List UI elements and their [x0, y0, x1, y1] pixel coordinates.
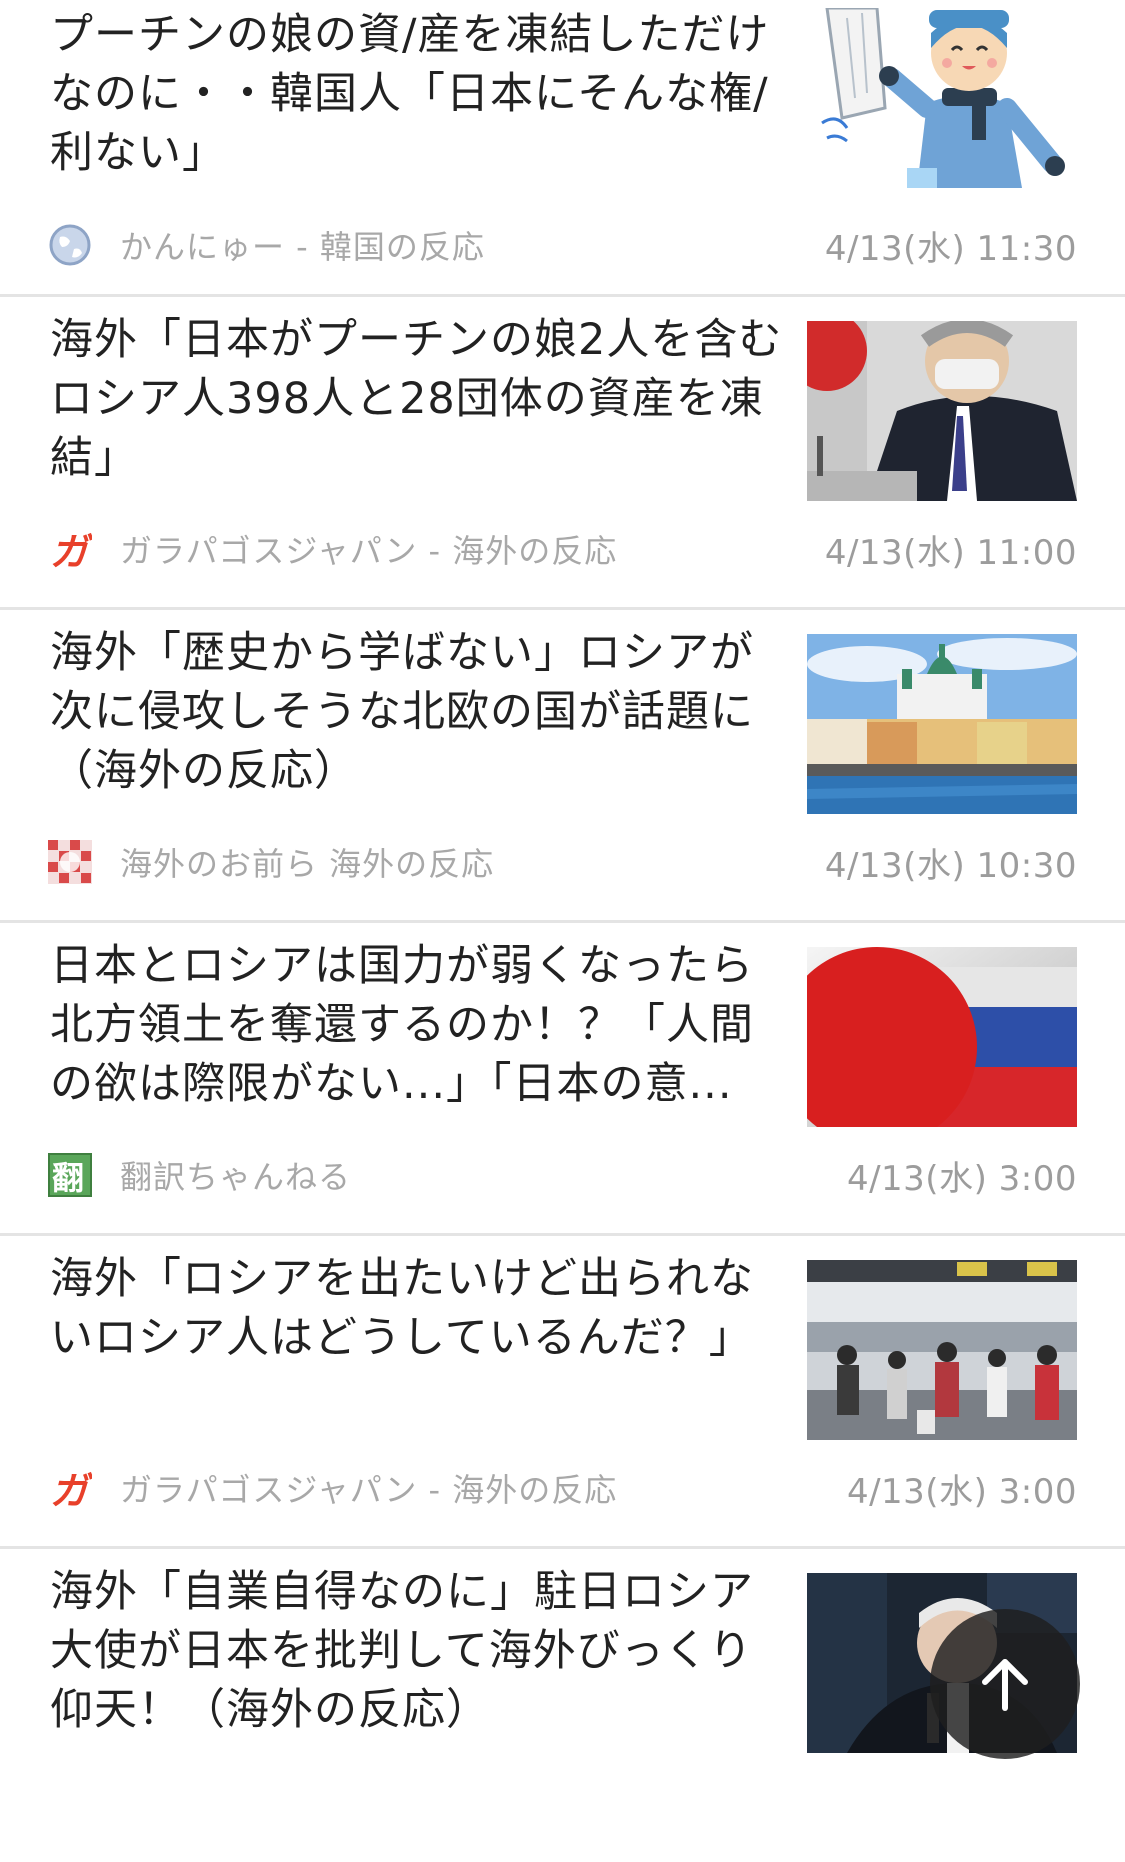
mosaic-logo-icon	[48, 840, 92, 884]
article-item[interactable]: 海外「ロシアを出たいけど出られないロシア人はどうしているんだ？」 ガ ガラパゴス…	[0, 1236, 1125, 1549]
news-feed: プーチンの娘の資/産を凍結しただけなのに・・韓国人「日本にそんな権/利ない」 か…	[0, 0, 1125, 1862]
photo-official-at-podium	[807, 321, 1077, 501]
illustration-person-with-paper	[807, 8, 1077, 188]
article-thumbnail[interactable]	[807, 1260, 1077, 1440]
publish-date: 4/13(水) 11:00	[824, 532, 1077, 573]
ga-logo-icon: ガ	[48, 527, 92, 571]
article-meta: 海外のお前ら 海外の反応 4/13(水) 10:30	[48, 837, 1077, 887]
article-meta: かんにゅー - 韓国の反応 4/13(水) 11:30	[48, 220, 1077, 270]
article-item[interactable]: 日本とロシアは国力が弱くなったら北方領土を奪還するのか！？「人間の欲は際限がない…	[0, 923, 1125, 1236]
source-name[interactable]: ガラパゴスジャパン - 海外の反応	[120, 526, 825, 572]
photo-airport-crowd	[807, 1260, 1077, 1440]
source-name[interactable]: ガラパゴスジャパン - 海外の反応	[120, 1465, 847, 1511]
publish-date: 4/13(水) 3:00	[846, 1471, 1077, 1512]
source-name[interactable]: かんにゅー - 韓国の反応	[120, 222, 825, 268]
article-item[interactable]: プーチンの娘の資/産を凍結しただけなのに・・韓国人「日本にそんな権/利ない」 か…	[0, 0, 1125, 297]
article-thumbnail[interactable]	[807, 8, 1077, 188]
source-name[interactable]: 翻訳ちゃんねる	[120, 1152, 847, 1198]
publish-date: 4/13(水) 11:30	[824, 228, 1077, 269]
scroll-to-top-button[interactable]	[930, 1609, 1080, 1759]
article-headline[interactable]: 海外「日本がプーチンの娘2人を含むロシア人398人と28団体の資産を凍結」	[50, 311, 792, 488]
article-thumbnail[interactable]	[807, 947, 1077, 1127]
article-item[interactable]: 海外「日本がプーチンの娘2人を含むロシア人398人と28団体の資産を凍結」 ガ	[0, 297, 1125, 610]
svg-text:ガ: ガ	[50, 1469, 92, 1510]
globe-icon	[48, 223, 92, 267]
svg-text:翻: 翻	[52, 1159, 84, 1197]
ga-logo-icon: ガ	[48, 1466, 92, 1510]
article-item[interactable]: 海外「歴史から学ばない」ロシアが次に侵攻しそうな北欧の国が話題に（海外の反応）	[0, 610, 1125, 923]
svg-text:ガ: ガ	[50, 530, 92, 571]
arrow-up-icon	[982, 1659, 1028, 1711]
article-meta: 翻 翻訳ちゃんねる 4/13(水) 3:00	[48, 1150, 1077, 1200]
publish-date: 4/13(水) 3:00	[846, 1158, 1077, 1199]
article-meta: ガ ガラパゴスジャパン - 海外の反応 4/13(水) 3:00	[48, 1463, 1077, 1513]
article-headline[interactable]: 日本とロシアは国力が弱くなったら北方領土を奪還するのか！？「人間の欲は際限がない…	[50, 937, 792, 1114]
photo-helsinki-harbor	[807, 634, 1077, 814]
article-thumbnail[interactable]	[807, 321, 1077, 501]
translate-logo-icon: 翻	[48, 1153, 92, 1197]
article-headline[interactable]: 海外「自業自得なのに」駐日ロシア大使が日本を批判して海外びっくり仰天！（海外の反…	[50, 1563, 792, 1740]
image-japan-russia-flags	[807, 947, 1077, 1127]
article-meta: ガ ガラパゴスジャパン - 海外の反応 4/13(水) 11:00	[48, 524, 1077, 574]
article-headline[interactable]: プーチンの娘の資/産を凍結しただけなのに・・韓国人「日本にそんな権/利ない」	[50, 6, 792, 183]
article-thumbnail[interactable]	[807, 634, 1077, 814]
article-headline[interactable]: 海外「ロシアを出たいけど出られないロシア人はどうしているんだ？」	[50, 1250, 792, 1368]
article-headline[interactable]: 海外「歴史から学ばない」ロシアが次に侵攻しそうな北欧の国が話題に（海外の反応）	[50, 624, 792, 801]
source-name[interactable]: 海外のお前ら 海外の反応	[120, 839, 825, 885]
publish-date: 4/13(水) 10:30	[824, 845, 1077, 886]
